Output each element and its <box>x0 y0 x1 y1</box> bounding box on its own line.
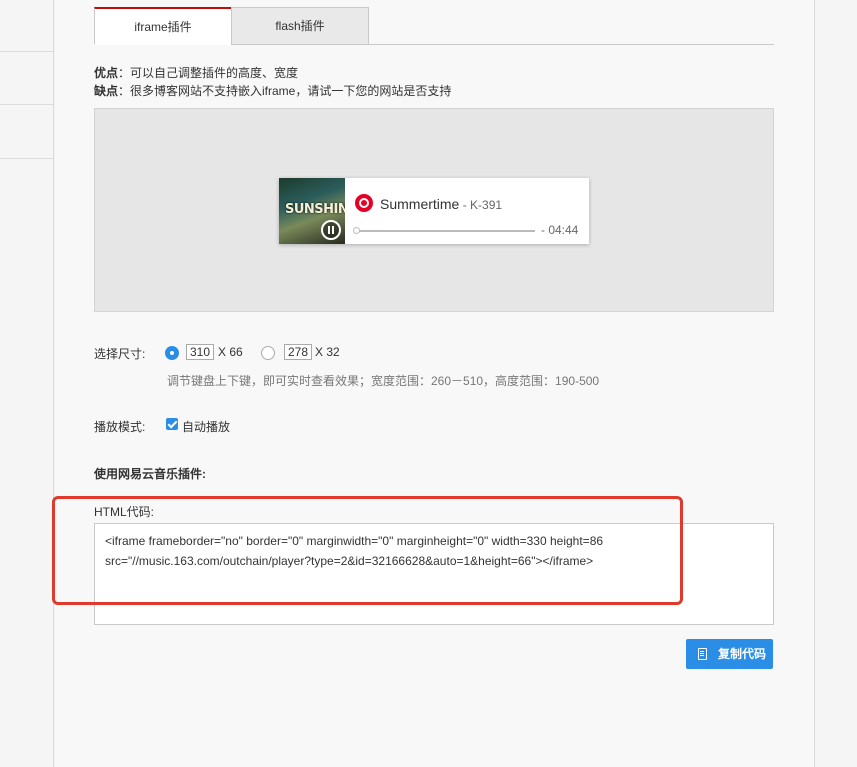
song-artist: - K-391 <box>459 198 503 212</box>
size-label: 选择尺寸: <box>94 347 146 361</box>
autoplay-label[interactable]: 自动播放 <box>182 418 230 435</box>
highlight-box <box>52 496 683 605</box>
netease-logo-icon <box>355 194 373 212</box>
album-cover: SUNSHINE <box>279 178 345 244</box>
pros-text: ：可以自己调整插件的高度、宽度 <box>118 66 299 80</box>
cons-line: 缺点：很多博客网站不支持嵌入iframe，请试一下您的网站是否支持 <box>94 82 451 99</box>
pause-icon[interactable] <box>321 220 341 240</box>
size-radio-2[interactable] <box>261 346 275 360</box>
size-width-input-1[interactable]: 310 <box>186 344 215 360</box>
copy-button-label: 复制代码 <box>718 647 767 661</box>
album-cover-text: SUNSHINE <box>285 202 345 217</box>
main-panel: iframe插件 flash插件 优点：可以自己调整插件的高度、宽度 缺点：很多… <box>52 0 814 767</box>
progress-knob[interactable] <box>353 227 360 234</box>
copy-icon <box>698 648 707 660</box>
left-divider <box>0 158 54 159</box>
right-column <box>814 0 857 767</box>
autoplay-checkbox[interactable] <box>166 418 178 430</box>
pros-line: 优点：可以自己调整插件的高度、宽度 <box>94 64 298 81</box>
song-info: Summertime - K-391 <box>380 196 502 212</box>
player-preview: SUNSHINE Summertime - K-391 - 04:44 <box>94 108 774 312</box>
plugin-heading: 使用网易云音乐插件: <box>94 467 206 481</box>
cons-text: ：很多博客网站不支持嵌入iframe，请试一下您的网站是否支持 <box>118 84 452 98</box>
playmode-label: 播放模式: <box>94 420 146 434</box>
tab-iframe[interactable]: iframe插件 <box>94 7 232 45</box>
tab-bar: iframe插件 flash插件 <box>94 7 774 45</box>
copy-code-button[interactable]: 复制代码 <box>686 639 773 669</box>
size-radio-1[interactable] <box>165 346 179 360</box>
tab-flash[interactable]: flash插件 <box>231 7 369 45</box>
left-divider <box>0 104 54 105</box>
left-column <box>0 0 54 767</box>
size-height-1: X 66 <box>218 345 243 359</box>
progress-bar[interactable] <box>353 227 535 234</box>
size-height-2: X 32 <box>315 345 340 359</box>
size-hint: 调节键盘上下键，即可实时查看效果；宽度范围：260－510，高度范围：190-5… <box>167 374 600 388</box>
pros-key: 优点 <box>94 66 119 80</box>
cons-key: 缺点 <box>94 84 119 98</box>
left-divider <box>0 51 54 52</box>
music-player: SUNSHINE Summertime - K-391 - 04:44 <box>279 178 589 244</box>
size-width-input-2[interactable]: 278 <box>284 344 313 360</box>
song-time: - 04:44 <box>541 223 579 237</box>
song-title: Summertime <box>380 196 460 212</box>
